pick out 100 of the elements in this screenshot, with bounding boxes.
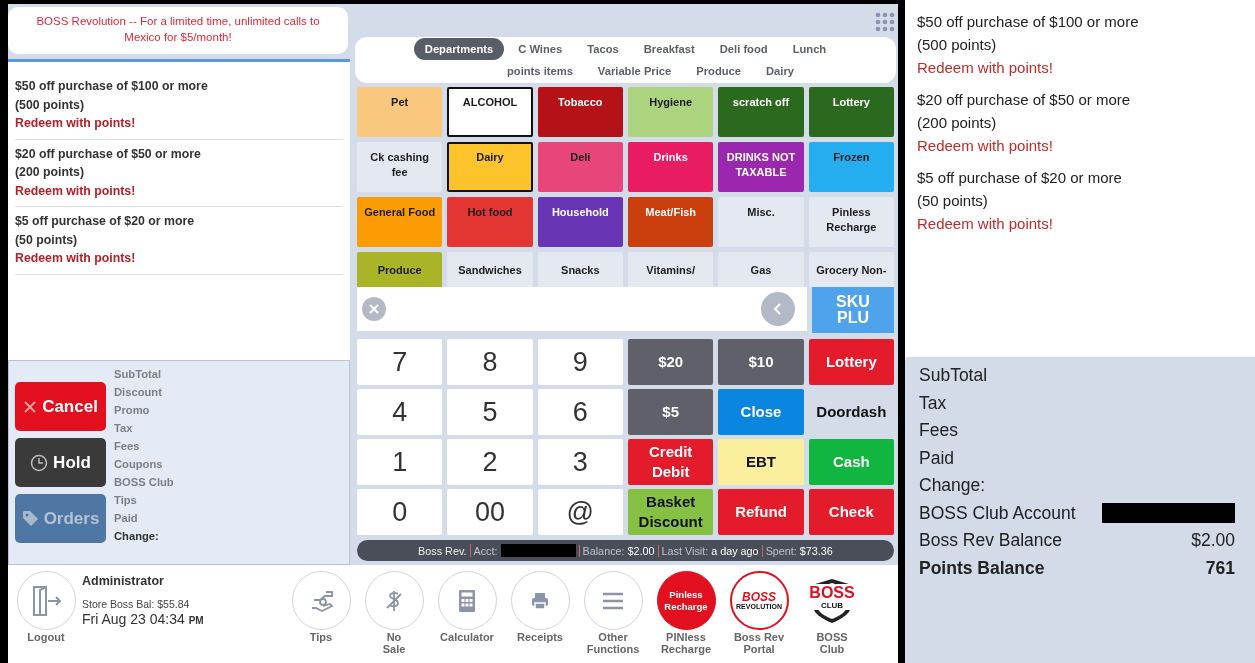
- department-button[interactable]: scratch off: [718, 87, 804, 137]
- status-label: Acct:: [473, 544, 498, 557]
- tender-button[interactable]: Basket Discount: [628, 489, 714, 535]
- tender-button[interactable]: Doordash: [808, 389, 894, 435]
- clock-icon: [30, 453, 49, 472]
- redeem-link[interactable]: Redeem with points!: [15, 181, 343, 200]
- category-tab[interactable]: Deli food: [708, 38, 779, 60]
- offer-title: $50 off purchase of $100 or more: [917, 12, 1140, 32]
- department-button[interactable]: Meat/Fish: [628, 197, 714, 247]
- tender-button[interactable]: EBT: [718, 439, 804, 485]
- summary-label: Discount: [114, 385, 163, 400]
- keypad-key[interactable]: 0: [357, 489, 443, 535]
- tender-button[interactable]: Check: [808, 489, 894, 535]
- backspace-icon[interactable]: [761, 292, 795, 326]
- department-button[interactable]: Dairy: [447, 142, 533, 192]
- tender-button[interactable]: $10: [718, 339, 804, 385]
- department-button[interactable]: Vitamins/: [628, 252, 714, 287]
- offer-title: $20 off purchase of $50 or more: [15, 145, 202, 163]
- keypad-key[interactable]: 2: [447, 439, 533, 485]
- status-label: Spent:: [765, 544, 797, 557]
- toolbar-label: Other Functions: [586, 631, 640, 655]
- status-value: a day ago: [711, 544, 759, 557]
- department-button[interactable]: Produce: [357, 252, 443, 287]
- category-tab[interactable]: Lunch: [781, 38, 838, 60]
- category-tab[interactable]: Variable Price: [586, 60, 683, 82]
- store-balance: Store Boss Bal: $55.84: [82, 597, 191, 611]
- category-tab[interactable]: Tacos: [576, 38, 630, 60]
- keypad-key[interactable]: 7: [357, 339, 443, 385]
- summary-label: BOSS Club: [114, 475, 174, 490]
- redeem-link[interactable]: Redeem with points!: [917, 56, 1243, 79]
- apps-grid-icon[interactable]: [875, 12, 895, 32]
- cancel-button[interactable]: Cancel: [15, 382, 106, 431]
- total-label: Fees: [919, 419, 958, 442]
- keypad-key[interactable]: 4: [357, 389, 443, 435]
- status-value: $73.36: [799, 544, 833, 557]
- department-button[interactable]: Tobacco: [537, 87, 623, 137]
- keypad-key[interactable]: 9: [537, 339, 623, 385]
- keypad-key[interactable]: 3: [537, 439, 623, 485]
- redeem-link[interactable]: Redeem with points!: [917, 134, 1243, 157]
- department-button[interactable]: Ck cashing fee: [357, 142, 443, 192]
- toolbar-label: PINless Recharge: [660, 631, 712, 655]
- total-value: 761: [1205, 556, 1235, 580]
- total-label: SubTotal: [919, 364, 988, 387]
- redeem-link[interactable]: Redeem with points!: [15, 114, 343, 133]
- category-tab[interactable]: Departments: [413, 38, 505, 60]
- department-button[interactable]: Deli: [537, 142, 623, 192]
- category-tab[interactable]: C Wines: [507, 38, 574, 60]
- offer-title: $20 off purchase of $50 or more: [917, 90, 1132, 110]
- promo-banner: BOSS Revolution -- For a limited time, unlimited calls to Mexico for $5/month!: [8, 7, 348, 54]
- department-button[interactable]: Sandwiches: [447, 252, 533, 287]
- category-tab[interactable]: points items: [495, 60, 584, 82]
- keypad-key[interactable]: @: [537, 489, 623, 535]
- department-button[interactable]: General Food: [357, 197, 443, 247]
- category-tab[interactable]: Produce: [685, 60, 752, 82]
- summary-label: Fees: [114, 439, 141, 454]
- summary-label: Change:: [114, 529, 160, 544]
- keypad-key[interactable]: 6: [537, 389, 623, 435]
- department-button[interactable]: Gas: [718, 252, 804, 287]
- keypad-key[interactable]: 1: [357, 439, 443, 485]
- department-button[interactable]: Pet: [357, 87, 443, 137]
- toolbar-label: BOSS Club: [816, 631, 848, 655]
- department-button[interactable]: Drinks: [628, 142, 714, 192]
- tender-button[interactable]: Refund: [718, 489, 804, 535]
- tender-button[interactable]: Lottery: [808, 339, 894, 385]
- redeem-link[interactable]: Redeem with points!: [917, 212, 1243, 235]
- department-button[interactable]: Grocery Non-: [808, 252, 894, 287]
- summary-label: Promo: [114, 403, 151, 418]
- department-button[interactable]: Hygiene: [628, 87, 714, 137]
- toolbar-label: Receipts: [517, 631, 563, 643]
- department-button[interactable]: Household: [537, 197, 623, 247]
- clear-icon[interactable]: [362, 297, 386, 321]
- summary-label: Coupons: [114, 457, 164, 472]
- status-label: Balance:: [582, 544, 625, 557]
- entry-field[interactable]: [357, 287, 807, 331]
- department-button[interactable]: DRINKS NOT TAXABLE: [718, 142, 804, 192]
- toolbar-label: Calculator: [440, 631, 494, 643]
- total-label: BOSS Club Account: [919, 501, 1076, 525]
- tender-button[interactable]: Credit Debit: [628, 439, 714, 485]
- pinless-logo-button[interactable]: Pinless Recharge: [656, 571, 716, 630]
- keypad-key[interactable]: 8: [447, 339, 533, 385]
- department-button[interactable]: Frozen: [808, 142, 894, 192]
- toolbar-label: No Sale: [382, 631, 406, 655]
- hold-button[interactable]: Hold: [15, 438, 106, 487]
- department-button[interactable]: Misc.: [718, 197, 804, 247]
- tender-button[interactable]: Close: [718, 389, 804, 435]
- department-button[interactable]: Hot food: [447, 197, 533, 247]
- department-button[interactable]: Snacks: [537, 252, 623, 287]
- toolbar-label: Boss Rev Portal: [733, 631, 785, 655]
- tender-button[interactable]: $20: [628, 339, 714, 385]
- keypad-key[interactable]: 5: [447, 389, 533, 435]
- redeem-link[interactable]: Redeem with points!: [15, 249, 343, 268]
- tender-button[interactable]: $5: [628, 389, 714, 435]
- keypad-key[interactable]: 00: [447, 489, 533, 535]
- logo-drawing: BOSS CLUB: [809, 584, 855, 610]
- category-tab[interactable]: Breakfast: [632, 38, 706, 60]
- total-value: $2.00: [1191, 529, 1235, 552]
- department-button[interactable]: Pinless Recharge: [808, 197, 894, 247]
- department-button[interactable]: Lottery: [808, 87, 894, 137]
- category-tab[interactable]: Dairy: [755, 60, 805, 82]
- department-button[interactable]: ALCOHOL: [447, 87, 533, 137]
